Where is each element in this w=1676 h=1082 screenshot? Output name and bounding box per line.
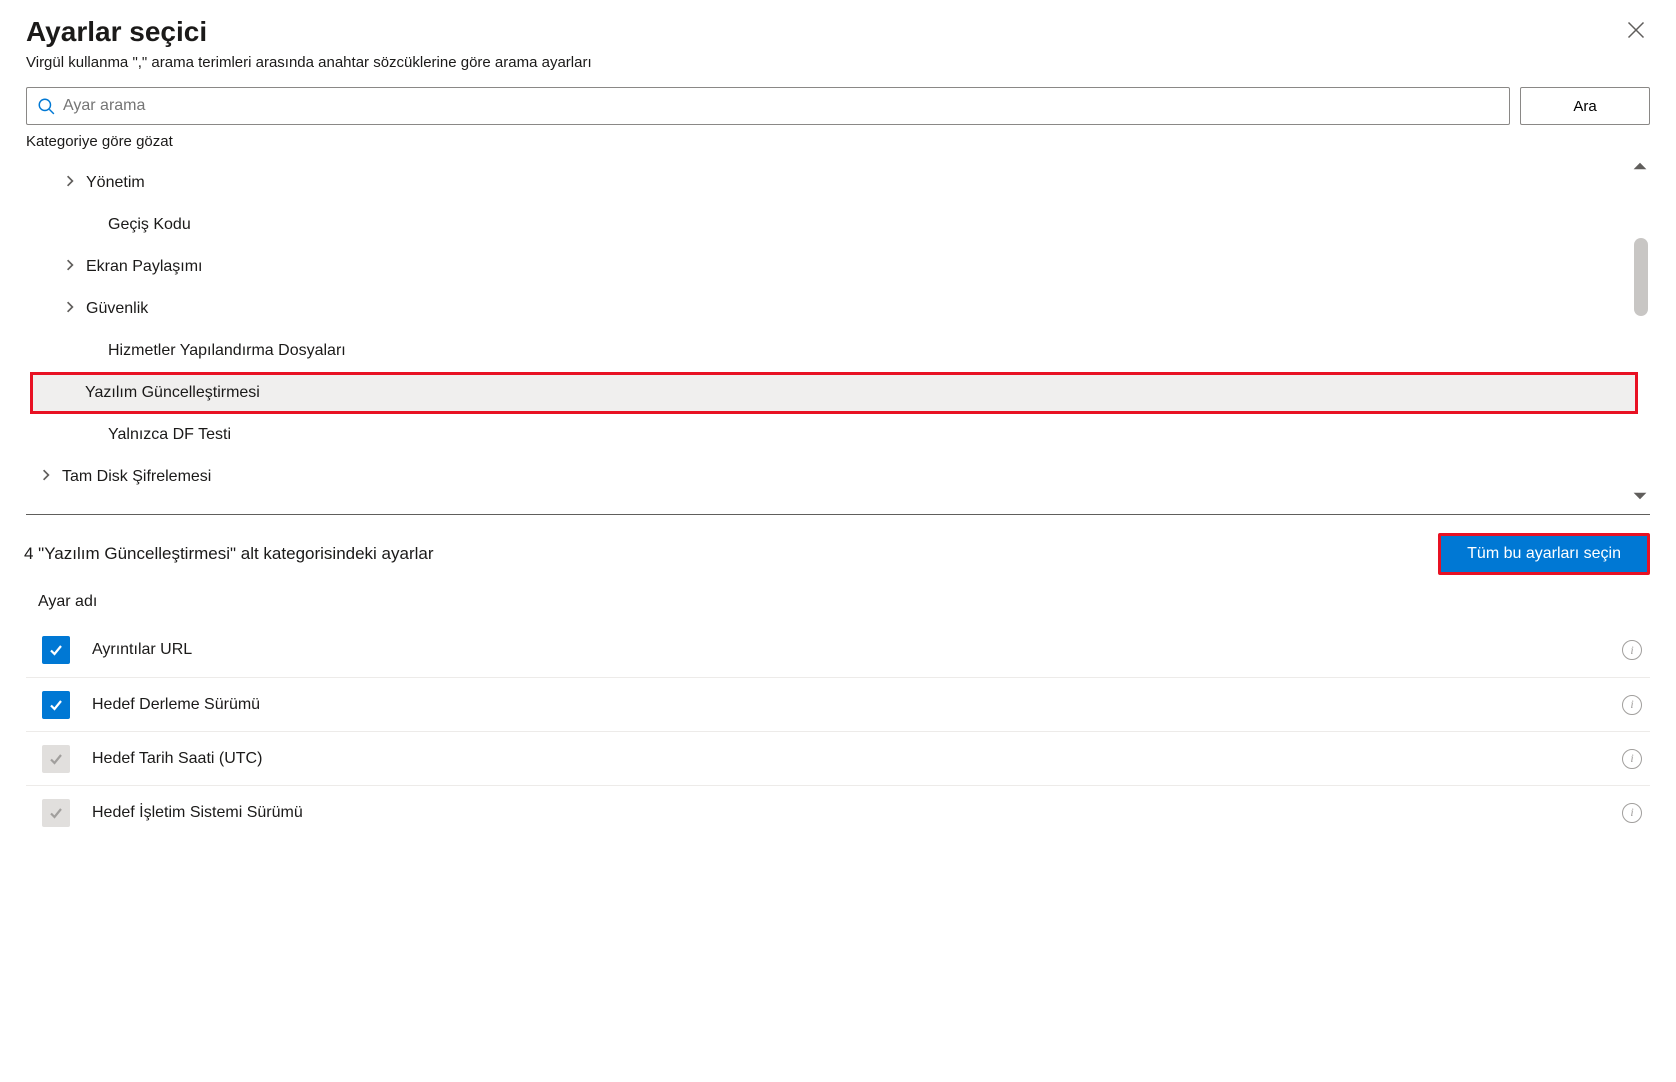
- category-item[interactable]: Güvenlik: [30, 288, 1650, 330]
- results-heading: 4 "Yazılım Güncelleştirmesi" alt kategor…: [24, 544, 434, 564]
- category-label: Yönetim: [86, 174, 145, 192]
- category-label: Hizmetler Yapılandırma Dosyaları: [108, 342, 346, 360]
- chevron-right-icon: [36, 468, 56, 486]
- browse-by-category-label: Kategoriye göre gözat: [26, 133, 1650, 150]
- category-label: Yazılım Güncelleştirmesi: [85, 384, 260, 402]
- category-item[interactable]: Yalnızca DF Testi: [30, 414, 1650, 456]
- column-header-name: Ayar adı: [38, 593, 1650, 611]
- scroll-down-icon[interactable]: [1632, 488, 1648, 504]
- category-item[interactable]: Yazılım Güncelleştirmesi: [30, 372, 1638, 414]
- info-icon[interactable]: i: [1622, 640, 1642, 660]
- category-item[interactable]: Tam Disk Şifrelemesi: [30, 456, 1650, 498]
- chevron-right-icon: [60, 174, 80, 192]
- setting-row: Hedef İşletim Sistemi Sürümüi: [26, 785, 1650, 839]
- chevron-right-icon: [60, 300, 80, 318]
- category-label: Geçiş Kodu: [108, 216, 191, 234]
- category-item[interactable]: Geçiş Kodu: [30, 204, 1650, 246]
- search-input-container: [26, 87, 1510, 125]
- setting-label: Ayrıntılar URL: [92, 641, 1622, 659]
- select-all-button[interactable]: Tüm bu ayarları seçin: [1438, 533, 1650, 575]
- page-subtitle: Virgül kullanma "," arama terimleri aras…: [26, 54, 1650, 71]
- setting-checkbox[interactable]: [42, 691, 70, 719]
- category-label: Yalnızca DF Testi: [108, 426, 231, 444]
- setting-label: Hedef Tarih Saati (UTC): [92, 750, 1622, 768]
- category-label: Güvenlik: [86, 300, 148, 318]
- search-button[interactable]: Ara: [1520, 87, 1650, 125]
- search-icon: [37, 97, 55, 115]
- setting-checkbox[interactable]: [42, 745, 70, 773]
- scroll-up-icon[interactable]: [1632, 158, 1648, 174]
- setting-checkbox[interactable]: [42, 636, 70, 664]
- setting-row: Hedef Tarih Saati (UTC)i: [26, 731, 1650, 785]
- chevron-right-icon: [60, 258, 80, 276]
- scrollbar-thumb[interactable]: [1634, 238, 1648, 316]
- category-label: Ekran Paylaşımı: [86, 258, 202, 276]
- category-item[interactable]: Yönetim: [30, 162, 1650, 204]
- page-title: Ayarlar seçici: [26, 16, 207, 48]
- search-input[interactable]: [63, 88, 1509, 124]
- section-divider: [26, 514, 1650, 515]
- info-icon[interactable]: i: [1622, 695, 1642, 715]
- category-label: Tam Disk Şifrelemesi: [62, 468, 211, 486]
- setting-label: Hedef İşletim Sistemi Sürümü: [92, 804, 1622, 822]
- setting-row: Ayrıntılar URLi: [26, 623, 1650, 677]
- info-icon[interactable]: i: [1622, 749, 1642, 769]
- setting-label: Hedef Derleme Sürümü: [92, 696, 1622, 714]
- category-item[interactable]: Hizmetler Yapılandırma Dosyaları: [30, 330, 1650, 372]
- setting-row: Hedef Derleme Sürümüi: [26, 677, 1650, 731]
- info-icon[interactable]: i: [1622, 803, 1642, 823]
- setting-checkbox[interactable]: [42, 799, 70, 827]
- category-item[interactable]: Ekran Paylaşımı: [30, 246, 1650, 288]
- category-tree: Yönetim Geçiş Kodu Ekran Paylaşımı Güvenlik…: [30, 156, 1650, 506]
- close-icon[interactable]: [1622, 16, 1650, 48]
